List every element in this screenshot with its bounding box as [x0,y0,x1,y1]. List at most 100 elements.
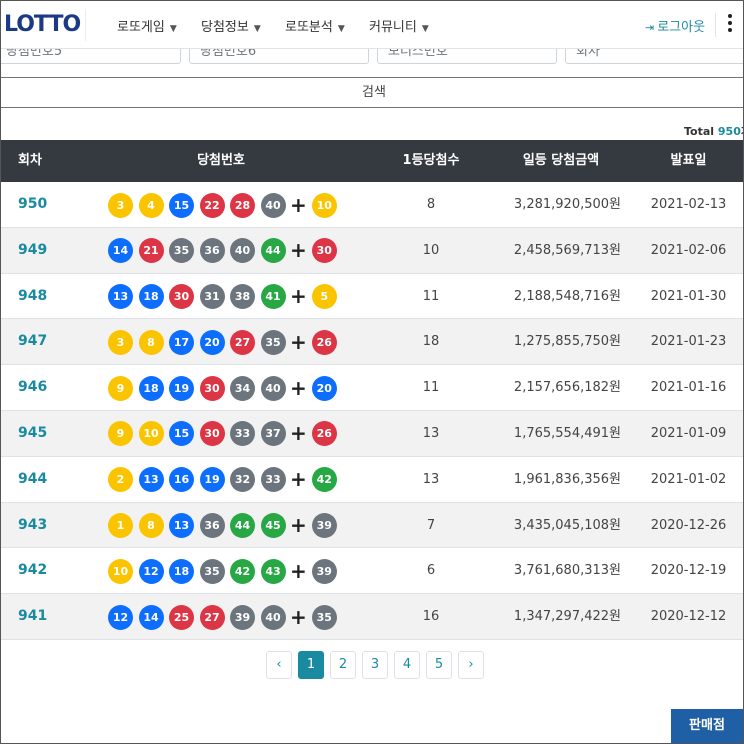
number-ball: 13 [138,467,164,493]
number-ball: 30 [199,375,225,401]
number-ball: 30 [199,421,225,447]
header-amount: 일등 당첨금액 [522,153,600,168]
prize-amount: 1,275,855,750원 [513,334,621,350]
plus-icon: + [290,238,307,263]
round-link[interactable]: 941 [18,594,47,639]
plus-icon: + [290,604,307,629]
brand-logo[interactable]: LOTTO [2,9,86,41]
bonus-ball: 42 [311,467,337,493]
nav-item-winning-info[interactable]: 당첨정보 ▼ [201,16,261,35]
bonus-ball: 20 [311,375,337,401]
round-link[interactable]: 946 [18,365,47,410]
nav-item-community[interactable]: 커뮤니티 ▼ [369,16,429,35]
number-ball: 25 [169,604,194,630]
table-row: 950 3 4 15 22 28 40 +10 8 3,281,920,500원 2021-02-1… [1,182,743,228]
bonus-ball: 30 [311,238,337,264]
number-ball: 44 [230,513,255,539]
number-ball: 16 [169,467,194,493]
number-ball: 18 [169,558,194,584]
round-link[interactable]: 947 [18,319,47,364]
chevron-down-icon: ▼ [337,24,345,34]
number-ball: 45 [260,513,286,539]
pagination-prev[interactable]: ‹ [266,651,292,679]
draw-date: 2021-01-16 [650,380,727,396]
more-menu-icon[interactable] [725,12,735,38]
number-ball: 10 [108,558,133,584]
search-button[interactable]: 검색 [1,77,743,108]
round-link[interactable]: 945 [18,411,47,456]
pagination-next[interactable]: › [458,651,484,679]
winners-count: 13 [422,425,440,441]
header-winners: 1등당첨수 [402,153,460,168]
logout-icon: ⇥ [645,21,655,34]
navbar: LOTTO 로또게임 ▼ 당첨정보 ▼ 로또분석 ▼ 커뮤니티 ▼ ⇥ 로그아웃 [1,1,743,49]
number-ball: 20 [199,329,225,355]
winners-count: 11 [422,288,440,304]
winners-count: 8 [426,197,436,212]
draw-date: 2021-02-06 [650,242,727,258]
logout-label: 로그아웃 [657,20,706,35]
number-ball: 12 [138,558,164,584]
page: 당첨번호5 당첨번호6 보너스번호 회차 검색 LOTTO 로또게임 ▼ 당첨정보… [0,0,744,744]
nav-item-lotto-analysis[interactable]: 로또분석 ▼ [285,16,345,35]
header-date: 발표일 [670,153,707,168]
round-link[interactable]: 943 [18,503,47,548]
round-link[interactable]: 949 [18,228,47,273]
number-ball: 40 [260,192,286,218]
winning-numbers: 13 18 30 31 38 41 +5 [108,284,342,310]
table-row: 944 2 13 16 19 32 33 +42 13 1,961,836,356원 2021-01… [1,457,743,503]
number-ball: 28 [230,192,255,218]
round-link[interactable]: 942 [18,548,47,593]
table-row: 945 9 10 15 30 33 37 +26 13 1,765,554,491원 2021-01… [1,410,743,457]
number-ball: 2 [108,467,133,493]
number-ball: 33 [230,421,255,447]
pagination-page-2[interactable]: 2 [330,651,356,679]
prize-amount: 2,157,656,182원 [513,380,621,396]
chevron-down-icon: ▼ [253,24,261,34]
winning-numbers: 14 21 35 36 40 44 +30 [108,238,342,264]
winning-numbers: 9 10 15 30 33 37 +26 [108,421,342,447]
number-ball: 19 [199,467,225,493]
winning-numbers: 10 12 18 35 42 43 +39 [108,558,342,584]
logout-link[interactable]: ⇥ 로그아웃 [645,16,705,35]
number-ball: 33 [260,467,286,493]
round-link[interactable]: 950 [18,182,47,227]
round-link[interactable]: 944 [18,457,47,502]
number-ball: 40 [260,375,286,401]
prize-amount: 3,761,680,313원 [513,563,621,579]
number-ball: 35 [199,558,225,584]
bonus-ball: 39 [311,513,337,539]
table-header: 회차 당첨번호 1등당첨수 일등 당첨금액 발표일 [1,140,743,182]
draw-date: 2020-12-26 [650,517,727,533]
bonus-ball: 26 [311,329,337,355]
prize-amount: 1,347,297,422원 [513,609,621,625]
winning-numbers: 3 8 17 20 27 35 +26 [108,329,342,355]
prize-amount: 3,435,045,108원 [513,517,621,533]
number-ball: 3 [108,192,133,218]
number-ball: 8 [138,329,164,355]
plus-icon: + [290,467,307,492]
pagination-page-5[interactable]: 5 [426,651,452,679]
nav-item-label: 로또분석 [285,20,333,35]
pagination-page-4[interactable]: 4 [394,651,420,679]
number-ball: 13 [108,284,133,310]
winning-numbers: 12 14 25 27 39 40 +35 [108,604,342,630]
number-ball: 40 [230,238,255,264]
nav-item-lotto-game[interactable]: 로또게임 ▼ [117,16,177,35]
pagination-page-1[interactable]: 1 [298,651,324,679]
number-ball: 18 [138,284,164,310]
bonus-ball: 5 [311,284,337,310]
number-ball: 34 [230,375,255,401]
number-ball: 3 [108,329,133,355]
winning-numbers: 3 4 15 22 28 40 +10 [108,192,342,218]
store-button[interactable]: 판매점 [671,709,743,743]
number-ball: 21 [138,238,164,264]
round-link[interactable]: 948 [18,274,47,319]
prize-amount: 3,281,920,500원 [513,197,621,212]
draw-date: 2021-01-09 [650,425,727,441]
winners-count: 7 [426,517,436,533]
plus-icon: + [290,284,307,309]
prize-amount: 2,188,548,716원 [513,288,621,304]
pagination-page-3[interactable]: 3 [362,651,388,679]
draw-date: 2021-01-23 [650,334,727,350]
